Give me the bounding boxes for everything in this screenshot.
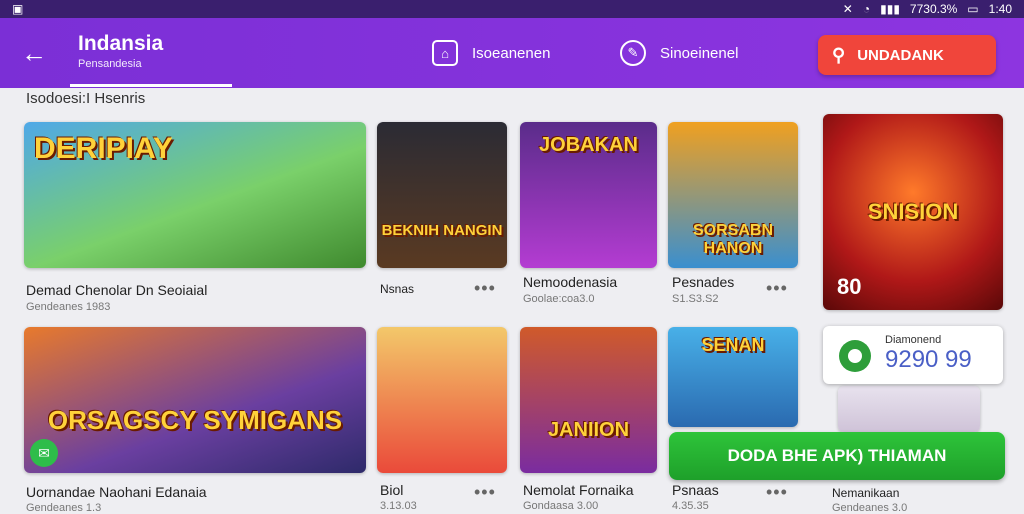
search-label: UNDADANK [857,46,944,64]
featured-game-card[interactable]: SNISION 80 [823,114,1003,310]
clock: 1:40 [988,2,1012,16]
game-art [377,327,507,473]
featured-badge: 80 [837,274,862,299]
search-button[interactable]: ⚲ UNDADANK [818,35,996,75]
wifi-icon: ◔ [862,2,871,16]
game-card[interactable]: BEKNIH NANGIN [377,122,507,268]
battery-text: 7730.3% [909,2,958,16]
game-art: SENAN [668,327,798,427]
game-meta: 4.35.35 [672,500,709,512]
download-apk-button[interactable]: DODA BHE APK) THIAMAN [669,432,1005,480]
game-title[interactable]: Nemolat Fornaika [523,482,634,498]
more-options-icon[interactable]: ••• [766,482,788,503]
game-card[interactable]: JOBAKAN [520,122,657,268]
bag-icon: ✎ [620,40,646,66]
game-title[interactable]: Biol [380,482,403,498]
game-card[interactable]: DERIPIAY [24,122,366,268]
rating-card: Diamonend 9290 99 [823,326,1003,384]
app-bar: ← Indansia Pensandesia ⌂ Isoeanenen ✎ Si… [0,18,1024,88]
rating-label: Diamonend [885,334,942,346]
page-subtitle: Pensandesia [78,58,142,70]
game-title[interactable]: Nemanikaan [832,486,899,500]
back-arrow-icon[interactable]: ← [18,38,50,70]
status-right: ✕ ◔ ▮▮▮ 7730.3% ▭ 1:40 [843,2,1012,16]
game-art [838,386,980,432]
rating-value: 9290 99 [885,346,972,373]
game-art: DERIPIAY [24,122,366,268]
game-meta: Gendeanes 3.0 [832,502,908,514]
game-art: ORSAGSCY SYMIGANS [24,327,366,473]
game-title[interactable]: Nsnas [380,282,414,296]
tab-indicator [70,84,232,87]
picture-icon: ▣ [12,2,24,16]
share-icon[interactable]: ✉ [30,439,58,467]
game-title[interactable]: Pesnades [672,274,734,290]
game-title[interactable]: Uornandae Naohani Edanaia [26,484,207,500]
store-icon: ⌂ [432,40,458,66]
game-card[interactable]: ORSAGSCY SYMIGANS ✉ [24,327,366,473]
signal-icon: ▮▮▮ [880,2,900,16]
game-meta: Gondaasa 3.00 [523,500,599,512]
game-card[interactable]: SENAN [668,327,798,427]
search-icon: ⚲ [832,44,846,65]
game-title[interactable]: Demad Chenolar Dn Seoiaial [26,282,207,298]
game-art: JOBAKAN [520,122,657,268]
game-title[interactable]: Nemoodenasia [523,274,617,290]
game-meta: Gendeanes 1.3 [26,502,102,514]
game-card[interactable] [838,386,980,432]
battery-icon: ▭ [967,2,979,16]
mute-icon: ✕ [842,2,853,16]
game-art: BEKNIH NANGIN [377,122,507,268]
diamond-icon [839,340,871,372]
nav-label: Sinoeinenel [660,44,739,62]
game-card[interactable] [377,327,507,473]
more-options-icon[interactable]: ••• [766,278,788,299]
game-meta: 3.13.03 [380,500,417,512]
more-options-icon[interactable]: ••• [474,482,496,503]
nav-item-store[interactable]: ⌂ Isoeanenen [432,40,550,66]
game-card[interactable]: SORSABN HANON [668,122,798,268]
page-title: Indansia [78,32,164,55]
game-title[interactable]: Psnaas [672,482,719,498]
nav-item-bag[interactable]: ✎ Sinoeinenel [620,40,738,66]
section-title: Isodoesi:I Hsenris [26,90,146,107]
game-meta: Gendeanes 1983 [26,301,111,313]
game-art: JANIION [520,327,657,473]
game-card[interactable]: JANIION [520,327,657,473]
game-meta: Goolae:coa3.0 [523,293,595,305]
game-art: SORSABN HANON [668,122,798,268]
status-bar: ▣ ✕ ◔ ▮▮▮ 7730.3% ▭ 1:40 [0,0,1024,18]
game-meta: S1.S3.S2 [672,293,719,305]
nav-label: Isoeanenen [472,44,551,62]
more-options-icon[interactable]: ••• [474,278,496,299]
